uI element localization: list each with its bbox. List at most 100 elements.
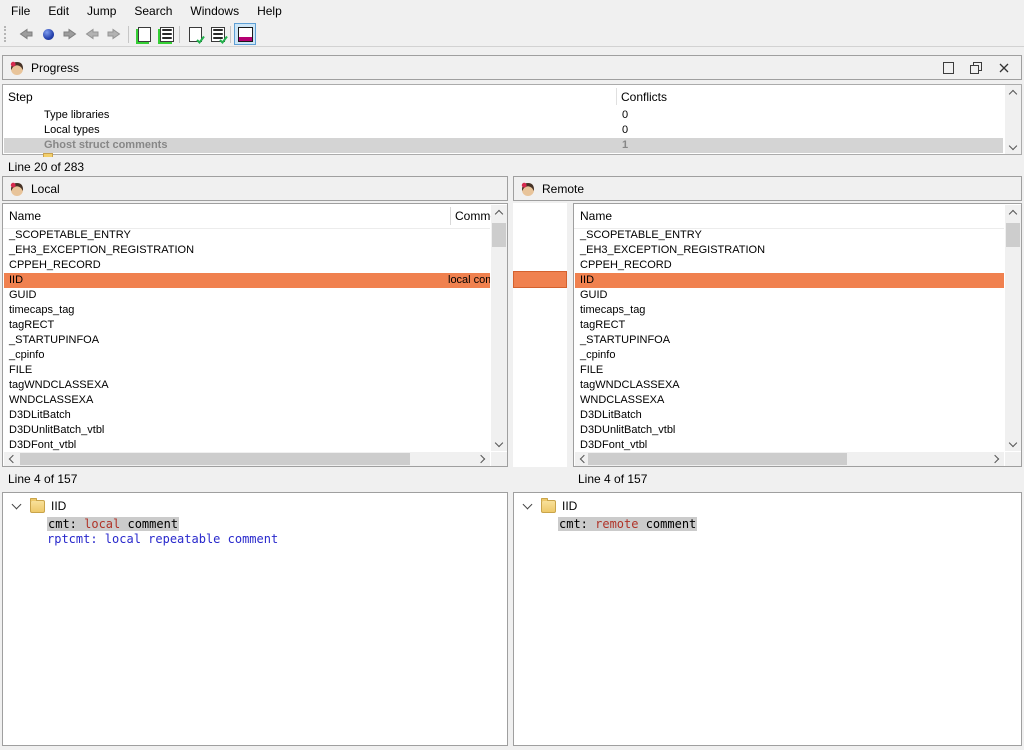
remote-horizontal-scrollbar[interactable] — [575, 452, 1004, 466]
merge-view-toggle-button[interactable] — [234, 23, 256, 45]
column-header-comment[interactable]: Comment — [455, 209, 491, 223]
table-row[interactable]: _SCOPETABLE_ENTRY — [575, 228, 1004, 243]
list-check-button[interactable] — [205, 23, 227, 45]
scrollbar-thumb[interactable] — [492, 223, 506, 247]
table-row[interactable]: D3DFont_vtbl — [575, 438, 1004, 453]
table-row[interactable]: _EH3_EXCEPTION_REGISTRATION — [575, 243, 1004, 258]
name-cell: timecaps_tag — [4, 303, 448, 318]
table-row[interactable]: D3DFont_vtbl — [4, 438, 490, 453]
table-row[interactable]: D3DUnlitBatch_vtbl — [4, 423, 490, 438]
table-row[interactable]: tagWNDCLASSEXA — [575, 378, 1004, 393]
scroll-up-button[interactable] — [1005, 85, 1021, 100]
scrollbar-thumb[interactable] — [20, 453, 410, 465]
scroll-up-button[interactable] — [1005, 205, 1021, 220]
table-row[interactable]: IID local comment — [4, 273, 490, 288]
column-separator[interactable] — [450, 207, 451, 225]
column-header-name[interactable]: Name — [9, 209, 41, 223]
column-header-conflicts[interactable]: Conflicts — [621, 90, 667, 104]
tree-node-label[interactable]: IID — [51, 499, 66, 513]
local-vertical-scrollbar[interactable] — [491, 205, 507, 451]
menu-item[interactable]: Help — [248, 1, 291, 21]
table-row[interactable]: _STARTUPINFOA — [575, 333, 1004, 348]
table-row[interactable]: IID — [575, 273, 1004, 288]
maximize-icon — [943, 62, 954, 74]
table-row[interactable]: _EH3_EXCEPTION_REGISTRATION — [4, 243, 490, 258]
table-row[interactable]: FILE — [4, 363, 490, 378]
table-row[interactable]: _STARTUPINFOA — [4, 333, 490, 348]
table-row[interactable]: D3DUnlitBatch_vtbl — [575, 423, 1004, 438]
comment-cell — [448, 303, 490, 318]
scroll-down-button[interactable] — [1005, 436, 1021, 451]
list-button[interactable] — [154, 23, 176, 45]
detail-line[interactable]: rptcmt: local repeatable comment — [47, 532, 501, 547]
table-row[interactable]: CPPEH_RECORD — [575, 258, 1004, 273]
scroll-left-button[interactable] — [4, 452, 20, 466]
menu-item[interactable]: Search — [125, 1, 181, 21]
chevron-up-icon — [1009, 90, 1017, 98]
prev-item-button[interactable] — [81, 23, 103, 45]
table-row[interactable]: FILE — [575, 363, 1004, 378]
navigate-forward-button[interactable] — [59, 23, 81, 45]
toolbar-separator — [230, 26, 231, 43]
remote-status: Line 4 of 157 — [578, 472, 647, 487]
table-row[interactable]: tagRECT — [575, 318, 1004, 333]
maximize-button[interactable] — [941, 61, 955, 75]
table-row[interactable]: Local types 0 — [4, 123, 1003, 138]
tree-node-label[interactable]: IID — [562, 499, 577, 513]
column-header-name[interactable]: Name — [580, 209, 612, 223]
table-row[interactable]: CPPEH_RECORD — [4, 258, 490, 273]
table-row[interactable]: tagWNDCLASSEXA — [4, 378, 490, 393]
current-position-button[interactable] — [37, 23, 59, 45]
float-button[interactable] — [969, 61, 983, 75]
document-check-button[interactable] — [183, 23, 205, 45]
chevron-down-icon[interactable] — [523, 500, 533, 510]
table-row[interactable]: _cpinfo — [4, 348, 490, 363]
chevron-down-icon[interactable] — [12, 500, 22, 510]
document-check-icon — [189, 27, 202, 42]
detail-line[interactable]: cmt: remote comment — [558, 517, 1015, 532]
column-header-step[interactable]: Step — [8, 90, 33, 104]
table-row[interactable]: Ghost struct comments 1 — [4, 138, 1003, 153]
toolbar-grip[interactable] — [4, 26, 9, 42]
table-row[interactable]: GUID — [4, 288, 490, 303]
menu-item[interactable]: Windows — [181, 1, 248, 21]
close-button[interactable] — [997, 61, 1011, 75]
table-row[interactable]: timecaps_tag — [4, 303, 490, 318]
scrollbar-thumb[interactable] — [1006, 223, 1020, 247]
name-cell: GUID — [4, 288, 448, 303]
navigate-back-button[interactable] — [15, 23, 37, 45]
table-row[interactable]: Type libraries 0 — [4, 108, 1003, 123]
table-row[interactable]: _SCOPETABLE_ENTRY — [4, 228, 490, 243]
menu-item[interactable]: File — [2, 1, 39, 21]
document-button[interactable] — [132, 23, 154, 45]
progress-vertical-scrollbar[interactable] — [1005, 85, 1021, 154]
table-row[interactable]: WNDCLASSEXA — [4, 393, 490, 408]
local-horizontal-scrollbar[interactable] — [4, 452, 490, 466]
table-row[interactable]: timecaps_tag — [575, 303, 1004, 318]
menu-item[interactable]: Jump — [78, 1, 125, 21]
scroll-down-button[interactable] — [491, 436, 507, 451]
table-row[interactable]: WNDCLASSEXA — [575, 393, 1004, 408]
name-cell: CPPEH_RECORD — [4, 258, 448, 273]
ida-logo-icon — [9, 181, 25, 197]
table-row[interactable]: D3DLitBatch — [575, 408, 1004, 423]
column-separator[interactable] — [616, 88, 617, 105]
scrollbar-thumb[interactable] — [588, 453, 847, 465]
table-row[interactable]: _cpinfo — [575, 348, 1004, 363]
remote-vertical-scrollbar[interactable] — [1005, 205, 1021, 451]
comment-cell — [448, 318, 490, 333]
table-row[interactable]: GUID — [575, 288, 1004, 303]
tree-node[interactable]: IID — [524, 499, 577, 513]
scroll-up-button[interactable] — [491, 205, 507, 220]
scroll-right-button[interactable] — [474, 452, 490, 466]
tree-node[interactable]: IID — [13, 499, 66, 513]
table-row[interactable]: tagRECT — [4, 318, 490, 333]
scroll-down-button[interactable] — [1005, 139, 1021, 154]
detail-line[interactable]: cmt: local comment — [47, 517, 501, 532]
next-item-button[interactable] — [103, 23, 125, 45]
diff-marker[interactable] — [513, 271, 567, 288]
scroll-right-button[interactable] — [988, 452, 1004, 466]
name-cell: tagWNDCLASSEXA — [575, 378, 1004, 393]
table-row[interactable]: D3DLitBatch — [4, 408, 490, 423]
menu-item[interactable]: Edit — [39, 1, 78, 21]
